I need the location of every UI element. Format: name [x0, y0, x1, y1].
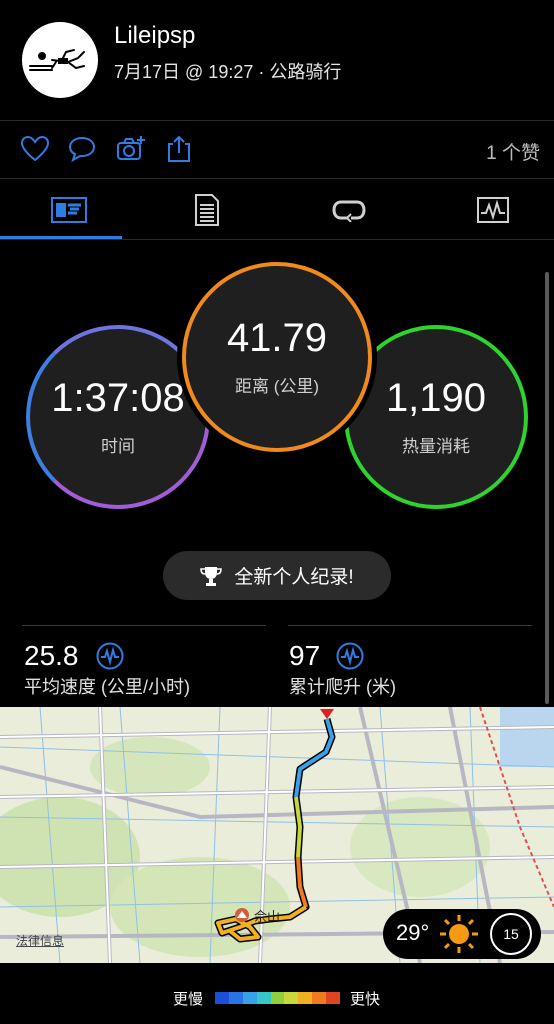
avg-speed-chart-icon[interactable]: [96, 642, 124, 670]
ascent-label: 累计爬升 (米): [289, 677, 396, 697]
divider: [0, 239, 554, 240]
cyclist-avatar-icon: [29, 49, 85, 71]
ascent-chart-icon[interactable]: [336, 642, 364, 670]
divider: [22, 625, 266, 626]
ascent-value: 97: [289, 640, 321, 671]
personal-record-label: 全新个人纪录!: [234, 567, 354, 588]
calories-label: 热量消耗: [402, 436, 470, 456]
charts-pulse-icon: [477, 197, 509, 223]
personal-record-button[interactable]: 全新个人纪录!: [163, 551, 391, 600]
laps-loop-icon: [332, 200, 366, 222]
username[interactable]: Lileipsp: [114, 22, 195, 50]
tab-overview[interactable]: [0, 182, 138, 238]
calories-value: 1,190: [385, 375, 487, 420]
scrollbar[interactable]: [545, 272, 549, 704]
legal-info-link[interactable]: 法律信息: [16, 932, 64, 949]
activity-subtitle: 7月17日 @ 19:27 · 公路骑行: [114, 62, 342, 82]
wind-speed-indicator: 15: [490, 913, 532, 955]
time-label: 时间: [101, 436, 135, 456]
legend-color-swatch: [242, 992, 257, 1004]
legend-fast-label: 更快: [350, 991, 381, 1008]
tab-laps[interactable]: [280, 182, 418, 238]
like-heart-icon[interactable]: [20, 134, 50, 164]
legend-color-swatch: [215, 992, 229, 1004]
legend-slow-label: 更慢: [173, 991, 204, 1008]
distance-stat-circle[interactable]: 41.79 距离 (公里): [182, 262, 372, 452]
tab-charts[interactable]: [424, 182, 554, 238]
avatar[interactable]: [22, 22, 98, 98]
distance-label: 距离 (公里): [234, 376, 320, 396]
tab-details[interactable]: [138, 182, 276, 238]
overview-tab-icon: [51, 197, 87, 223]
divider: [0, 178, 554, 179]
trophy-icon: [200, 566, 223, 586]
distance-value: 41.79: [226, 315, 328, 360]
map-place-label: 佘山: [254, 909, 280, 924]
legend-color-swatch: [270, 992, 285, 1004]
legend-color-swatch: [256, 992, 271, 1004]
divider: [288, 625, 532, 626]
legend-color-swatch: [284, 992, 299, 1004]
legend-color-swatch: [326, 992, 341, 1004]
likes-count[interactable]: 1 个赞: [486, 138, 540, 165]
speed-color-legend: [215, 992, 341, 1004]
temperature: 29°: [396, 920, 430, 945]
time-value: 1:37:08: [51, 375, 185, 420]
divider: [0, 120, 554, 121]
avg-speed-label: 平均速度 (公里/小时): [24, 677, 190, 697]
wind-speed: 15: [503, 926, 519, 942]
sun-icon: [440, 915, 478, 953]
share-icon[interactable]: [164, 134, 194, 164]
legend-color-swatch: [298, 992, 313, 1004]
avg-speed-value: 25.8: [24, 640, 79, 671]
comment-bubble-icon[interactable]: [67, 134, 97, 164]
details-document-icon: [195, 194, 219, 226]
legend-color-swatch: [228, 992, 243, 1004]
add-photo-icon[interactable]: [116, 134, 146, 164]
legend-color-swatch: [312, 992, 327, 1004]
